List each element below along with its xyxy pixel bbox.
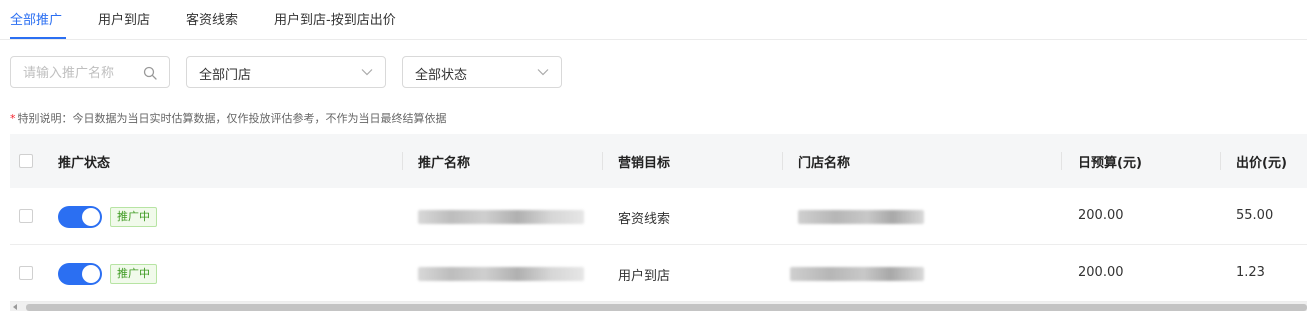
promotion-toggle[interactable] (58, 263, 102, 285)
budget-cell: 200.00 (1078, 208, 1124, 223)
header-goal: 营销目标 (618, 156, 671, 171)
select-all-checkbox[interactable] (19, 154, 33, 168)
scrollbar-thumb[interactable] (26, 304, 1307, 311)
redacted-promotion-name (418, 210, 584, 224)
bid-cell: 1.23 (1236, 265, 1265, 280)
bid-cell: 55.00 (1236, 208, 1274, 223)
header-store: 门店名称 (798, 156, 851, 171)
header-bid: 出价(元) (1236, 156, 1287, 171)
tab-customer-leads[interactable]: 客资线索 (186, 9, 238, 40)
search-field (10, 56, 170, 88)
store-select-value: 全部门店 (199, 68, 252, 83)
column-divider (602, 152, 603, 170)
goal-cell: 用户到店 (618, 269, 671, 284)
goal-cell: 客资线索 (618, 212, 671, 227)
status-select-value: 全部状态 (415, 68, 468, 83)
column-divider (1220, 152, 1221, 170)
table-header: 推广状态 推广名称 营销目标 门店名称 日预算(元) 出价(元) (10, 134, 1307, 188)
disclaimer-text: 特别说明：今日数据为当日实时估算数据，仅作投放评估参考，不作为当日最终结算依据 (17, 112, 447, 125)
status-badge: 推广中 (110, 264, 157, 284)
chevron-down-icon (361, 69, 373, 76)
scroll-left-icon[interactable] (13, 304, 17, 310)
store-select[interactable]: 全部门店 (186, 56, 386, 88)
header-status: 推广状态 (58, 156, 111, 171)
redacted-promotion-name (418, 267, 584, 281)
promotion-toggle[interactable] (58, 206, 102, 228)
redacted-store-name (798, 210, 924, 224)
active-tab-indicator (10, 37, 66, 39)
tab-visit-bid[interactable]: 用户到店-按到店出价 (274, 9, 396, 40)
redacted-store-name (790, 267, 924, 281)
search-icon[interactable] (143, 66, 157, 80)
status-badge: 推广中 (110, 207, 157, 227)
table-row[interactable]: 推广中 客资线索 200.00 55.00 (10, 188, 1307, 245)
table-row[interactable]: 推广中 用户到店 200.00 1.23 (10, 245, 1307, 302)
header-name: 推广名称 (418, 156, 471, 171)
budget-cell: 200.00 (1078, 265, 1124, 280)
required-star: * (10, 112, 16, 125)
toggle-knob (82, 265, 100, 283)
column-divider (402, 152, 403, 170)
chevron-down-icon (537, 69, 549, 76)
toggle-knob (82, 208, 100, 226)
column-divider (1061, 152, 1062, 170)
search-input[interactable] (23, 63, 141, 83)
tab-bar: 全部推广 用户到店 客资线索 用户到店-按到店出价 (0, 0, 1307, 40)
tab-all-promotions[interactable]: 全部推广 (10, 9, 62, 40)
header-budget: 日预算(元) (1078, 156, 1142, 171)
tab-user-visit[interactable]: 用户到店 (98, 9, 150, 40)
row-checkbox[interactable] (19, 266, 33, 280)
row-checkbox[interactable] (19, 209, 33, 223)
horizontal-scrollbar[interactable] (10, 302, 1307, 311)
column-divider (782, 152, 783, 170)
data-disclaimer: * 特别说明：今日数据为当日实时估算数据，仅作投放评估参考，不作为当日最终结算依据 (10, 110, 447, 126)
status-select[interactable]: 全部状态 (402, 56, 562, 88)
